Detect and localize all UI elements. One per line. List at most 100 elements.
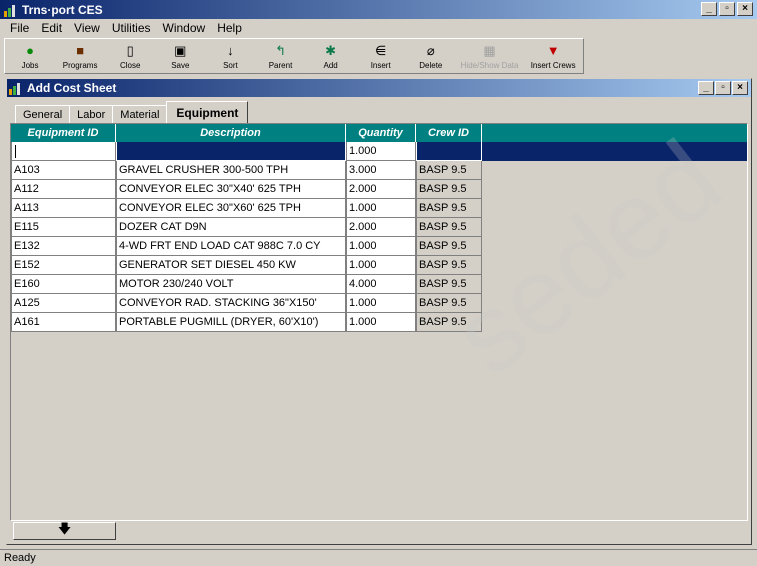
crew-id-cell[interactable]: BASP 9.5 (416, 237, 482, 256)
child-titlebar: Add Cost Sheet _ ▫ × (7, 79, 751, 97)
crew-id-cell[interactable]: BASP 9.5 (416, 313, 482, 332)
insert-crews-icon: ▼ (546, 43, 560, 58)
table-row[interactable]: A103 GRAVEL CRUSHER 300-500 TPH 3.000 BASP … (11, 161, 747, 180)
equipment-id-cell[interactable]: E152 (11, 256, 116, 275)
hide-show-data-label: Hide/Show Data (460, 60, 519, 70)
table-row[interactable]: E160 MOTOR 230/240 VOLT 4.000 BASP 9.5 (11, 275, 747, 294)
table-row[interactable]: E132 4-WD FRT END LOAD CAT 988C 7.0 CY 1.0… (11, 237, 747, 256)
description-cell[interactable]: PORTABLE PUGMILL (DRYER, 60'X10') (116, 313, 346, 332)
new-row-description-cell[interactable] (116, 142, 346, 161)
crew-id-cell[interactable]: BASP 9.5 (416, 218, 482, 237)
sort-label: Sort (223, 60, 238, 70)
insert-crews-button[interactable]: ▼ Insert Crews (523, 39, 583, 73)
save-label: Save (171, 60, 190, 70)
menu-utilities[interactable]: Utilities (106, 21, 157, 35)
crew-id-cell[interactable]: BASP 9.5 (416, 275, 482, 294)
child-close-button[interactable]: × (732, 81, 748, 95)
table-row[interactable]: A161 PORTABLE PUGMILL (DRYER, 60'X10') 1.0… (11, 313, 747, 332)
column-header-description[interactable]: Description (116, 124, 346, 142)
quantity-cell[interactable]: 1.000 (346, 199, 416, 218)
quantity-cell[interactable]: 1.000 (346, 313, 416, 332)
equipment-id-cell[interactable]: E160 (11, 275, 116, 294)
minimize-button[interactable]: _ (701, 2, 717, 16)
column-header-equipment-id[interactable]: Equipment ID (11, 124, 116, 142)
close-doc-label: Close (120, 60, 141, 70)
equipment-id-cell[interactable]: E115 (11, 218, 116, 237)
tab-general[interactable]: General (15, 105, 71, 123)
equipment-id-cell[interactable]: A113 (11, 199, 116, 218)
insert-button[interactable]: ⋹ Insert (356, 39, 406, 73)
insert-crews-label: Insert Crews (530, 60, 576, 70)
new-row[interactable]: 1.000 (11, 142, 747, 161)
table-row[interactable]: E152 GENERATOR SET DIESEL 450 KW 1.000 BASP… (11, 256, 747, 275)
description-cell[interactable]: DOZER CAT D9N (116, 218, 346, 237)
parent-button[interactable]: ↰ Parent (255, 39, 305, 73)
crew-id-cell[interactable]: BASP 9.5 (416, 199, 482, 218)
menu-view[interactable]: View (68, 21, 106, 35)
new-row-equipment-id-input[interactable] (11, 142, 116, 161)
equipment-id-cell[interactable]: A112 (11, 180, 116, 199)
down-arrow-icon: 🡇 (57, 521, 72, 536)
crew-id-cell[interactable]: BASP 9.5 (416, 294, 482, 313)
quantity-cell[interactable]: 1.000 (346, 237, 416, 256)
maximize-button[interactable]: ▫ (719, 2, 735, 16)
app-title: Trns·port CES (22, 2, 103, 17)
description-cell[interactable]: CONVEYOR RAD. STACKING 36"X150' (116, 294, 346, 313)
new-row-quantity-cell[interactable]: 1.000 (346, 142, 416, 161)
table-row[interactable]: A113 CONVEYOR ELEC 30"X60' 625 TPH 1.000 BA… (11, 199, 747, 218)
child-minimize-button[interactable]: _ (698, 81, 714, 95)
equipment-id-cell[interactable]: A161 (11, 313, 116, 332)
programs-label: Programs (62, 60, 98, 70)
crew-id-cell[interactable]: BASP 9.5 (416, 161, 482, 180)
app-logo-icon (4, 4, 15, 17)
tab-labor[interactable]: Labor (69, 105, 114, 123)
menu-file[interactable]: File (4, 21, 35, 35)
sort-button[interactable]: ↓ Sort (205, 39, 255, 73)
child-maximize-button[interactable]: ▫ (715, 81, 731, 95)
hide-show-data-button[interactable]: ▦ Hide/Show Data (456, 39, 523, 73)
table-row[interactable]: A125 CONVEYOR RAD. STACKING 36"X150' 1.000… (11, 294, 747, 313)
quantity-cell[interactable]: 3.000 (346, 161, 416, 180)
equipment-id-cell[interactable]: A103 (11, 161, 116, 180)
jobs-icon: ● (26, 43, 34, 58)
quantity-cell[interactable]: 4.000 (346, 275, 416, 294)
column-header-quantity[interactable]: Quantity (346, 124, 416, 142)
table-row[interactable]: E115 DOZER CAT D9N 2.000 BASP 9.5 (11, 218, 747, 237)
menu-help[interactable]: Help (211, 21, 248, 35)
close-doc-icon: ▯ (126, 42, 134, 58)
equipment-id-cell[interactable]: A125 (11, 294, 116, 313)
description-cell[interactable]: GRAVEL CRUSHER 300-500 TPH (116, 161, 346, 180)
table-row[interactable]: A112 CONVEYOR ELEC 30"X40' 625 TPH 2.000 BA… (11, 180, 747, 199)
quantity-cell[interactable]: 2.000 (346, 218, 416, 237)
description-cell[interactable]: 4-WD FRT END LOAD CAT 988C 7.0 CY (116, 237, 346, 256)
crew-id-cell[interactable]: BASP 9.5 (416, 180, 482, 199)
add-icon: ✱ (325, 42, 337, 58)
description-cell[interactable]: CONVEYOR ELEC 30"X60' 625 TPH (116, 199, 346, 218)
menu-window[interactable]: Window (157, 21, 212, 35)
add-button[interactable]: ✱ Add (306, 39, 356, 73)
tab-material[interactable]: Material (112, 105, 168, 123)
scroll-down-button[interactable]: 🡇 (13, 521, 116, 540)
delete-button[interactable]: ⌀ Delete (406, 39, 456, 73)
menu-edit[interactable]: Edit (35, 21, 68, 35)
crew-id-cell[interactable]: BASP 9.5 (416, 256, 482, 275)
new-row-crew-cell[interactable] (416, 142, 482, 161)
add-label: Add (323, 60, 338, 70)
equipment-id-cell[interactable]: E132 (11, 237, 116, 256)
tab-equipment[interactable]: Equipment (166, 101, 249, 123)
description-cell[interactable]: MOTOR 230/240 VOLT (116, 275, 346, 294)
save-button[interactable]: ▣ Save (155, 39, 205, 73)
description-cell[interactable]: CONVEYOR ELEC 30"X40' 625 TPH (116, 180, 346, 199)
parent-label: Parent (268, 60, 293, 70)
eraser-icon: ⌀ (426, 42, 435, 58)
description-cell[interactable]: GENERATOR SET DIESEL 450 KW (116, 256, 346, 275)
quantity-cell[interactable]: 2.000 (346, 180, 416, 199)
close-button[interactable]: × (737, 2, 753, 16)
tab-strip: General Labor Material Equipment (15, 101, 249, 123)
quantity-cell[interactable]: 1.000 (346, 256, 416, 275)
quantity-cell[interactable]: 1.000 (346, 294, 416, 313)
programs-button[interactable]: ■ Programs (55, 39, 105, 73)
jobs-button[interactable]: ● Jobs (5, 39, 55, 73)
close-doc-button[interactable]: ▯ Close (105, 39, 155, 73)
column-header-crew-id[interactable]: Crew ID (416, 124, 482, 142)
